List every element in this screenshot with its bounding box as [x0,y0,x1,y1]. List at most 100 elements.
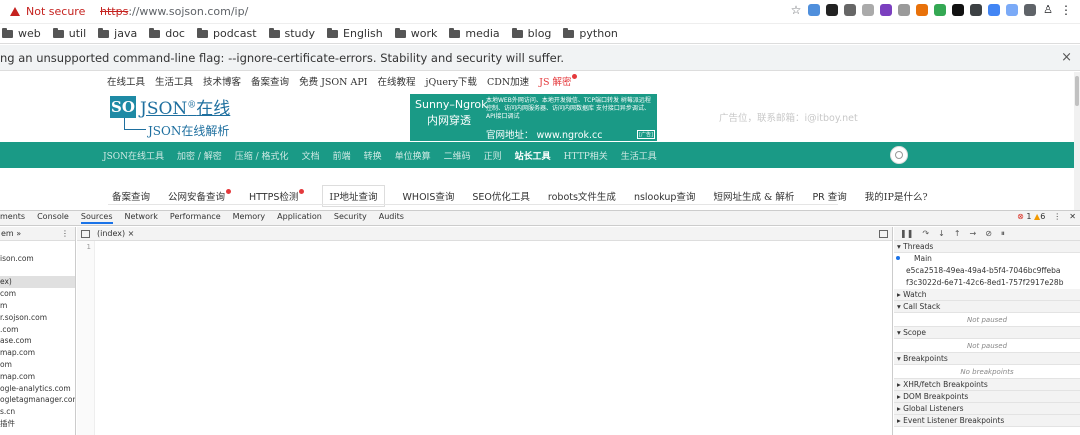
navigator-item[interactable]: s.cn [0,406,75,418]
navigator-item[interactable]: map.com [0,347,75,359]
devtools-tab[interactable]: Memory [233,212,266,224]
subnav-tab[interactable]: robots文件生成 [548,189,616,203]
ext-icon-8[interactable] [934,4,946,16]
devtools-tab[interactable]: ments [0,212,25,224]
ext-icon-9[interactable] [952,4,964,16]
subnav-tab[interactable]: WHOIS查询 [403,189,455,203]
navigator-item[interactable]: ison.com [0,253,75,265]
subnav-tab[interactable]: nslookup查询 [634,189,696,203]
thread-worker[interactable]: f3c3022d-6e71-42c6-8ed1-757f2917e28b [894,277,1080,289]
topnav-link[interactable]: 生活工具 [155,74,193,88]
event-listener-breakpoints-section[interactable]: ▸ Event Listener Breakpoints [894,415,1080,427]
close-icon[interactable]: × [1061,45,1072,71]
scope-section[interactable]: ▾ Scope [894,327,1080,339]
mainnav-link[interactable]: 单位换算 [395,149,431,162]
step-icon[interactable]: → [970,229,977,238]
ext-icon-10[interactable] [970,4,982,16]
devtools-tab[interactable]: Network [125,212,158,224]
deactivate-breakpoints-icon[interactable]: ⊘ [985,229,992,238]
ngrok-banner[interactable]: Sunny–Ngrok 内网穿透 本地WEB外网访问、本地开发微信、TCP端口转… [410,94,657,141]
subnav-tab[interactable]: HTTPS检测 [249,189,305,203]
navigator-item[interactable]: ase.com [0,335,75,347]
bookmark-folder[interactable]: study [268,27,315,40]
star-icon[interactable]: ☆ [790,4,802,16]
navigator-item[interactable]: r.sojson.com [0,312,75,324]
mainnav-link[interactable]: HTTP相关 [564,149,608,162]
ext-icon-11[interactable] [988,4,1000,16]
navigator-item[interactable]: 插件 [0,418,75,430]
mainnav-link[interactable]: 正则 [484,149,502,162]
thread-main[interactable]: Main [894,253,1080,265]
navigator-item[interactable]: ogletagmanager.com [0,394,75,406]
close-devtools-icon[interactable]: ✕ [1069,212,1076,221]
subnav-tab[interactable]: 备案查询 [112,189,150,203]
mainnav-link[interactable]: 生活工具 [621,149,657,162]
kebab-icon[interactable]: ⋮ [61,227,69,241]
ext-icon-2[interactable] [826,4,838,16]
subnav-tab[interactable]: PR 查询 [812,189,846,203]
security-indicator[interactable]: Not secure [10,5,85,18]
topnav-link[interactable]: 技术博客 [203,74,241,88]
global-listeners-section[interactable]: ▸ Global Listeners [894,403,1080,415]
error-count[interactable]: ⊗ 1 ▲6 [1017,212,1045,221]
topnav-link[interactable]: 备案查询 [251,74,289,88]
step-out-icon[interactable]: ↑ [954,229,961,238]
devtools-tab[interactable]: Sources [80,212,113,224]
url-field[interactable]: https://www.sojson.com/ip/ [100,5,248,18]
navigator-item[interactable]: .com [0,324,75,336]
thread-worker[interactable]: e5ca2518-49ea-49a4-b5f4-7046bc9ffeba [894,265,1080,277]
devtools-tab[interactable]: Application [277,212,322,224]
navigator-item[interactable]: com [0,288,75,300]
topnav-link[interactable]: 免费 JSON API [299,74,367,88]
ext-icon-13[interactable] [1024,4,1036,16]
navigator-item[interactable]: ogle-analytics.com [0,383,75,395]
bookmark-folder[interactable]: python [563,27,618,40]
navigator-item[interactable]: m [0,300,75,312]
navigator-item[interactable] [0,241,75,253]
subnav-tab[interactable]: 我的IP是什么? [865,189,928,203]
bookmark-folder[interactable]: podcast [196,27,257,40]
devtools-tab[interactable]: Console [37,212,69,224]
site-logo[interactable]: SO JSON®在线 JSON在线解析 [110,96,250,140]
step-into-icon[interactable]: ↓ [938,229,945,238]
subnav-tab[interactable]: 短网址生成 & 解析 [713,189,794,203]
scrollbar-thumb[interactable] [1075,76,1079,106]
bookmark-folder[interactable]: util [52,27,86,40]
toggle-navigator-icon[interactable] [81,230,90,238]
mainnav-link[interactable]: 前端 [333,149,351,162]
watch-section[interactable]: ▸ Watch [894,289,1080,301]
mainnav-link[interactable]: 压缩 / 格式化 [235,149,289,162]
menu-icon[interactable]: ⋮ [1060,4,1072,16]
pause-on-exceptions-icon[interactable]: ⏸ [1001,229,1005,239]
navigator-item[interactable]: om [0,359,75,371]
search-icon[interactable] [890,146,908,164]
bookmark-folder[interactable]: work [394,27,437,40]
editor-tab-index[interactable]: (index) × [97,229,134,238]
subnav-tab[interactable]: SEO优化工具 [472,189,530,203]
dom-breakpoints-section[interactable]: ▸ DOM Breakpoints [894,391,1080,403]
ext-icon-12[interactable] [1006,4,1018,16]
mainnav-link[interactable]: 加密 / 解密 [177,149,222,162]
mainnav-link[interactable]: 文档 [302,149,320,162]
mainnav-link[interactable]: 二维码 [444,149,471,162]
topnav-link[interactable]: 在线教程 [378,74,416,88]
bookmark-folder[interactable]: English [327,27,383,40]
bookmark-folder[interactable]: java [98,27,137,40]
mainnav-link-active[interactable]: 站长工具 [515,149,551,162]
ext-icon-1[interactable] [808,4,820,16]
ext-icon-7[interactable] [916,4,928,16]
topnav-link[interactable]: CDN加速 [487,74,529,88]
breakpoints-section[interactable]: ▾ Breakpoints [894,353,1080,365]
person-icon[interactable]: ♙ [1042,4,1054,16]
mainnav-link[interactable]: JSON在线工具 [103,149,164,162]
bookmark-folder[interactable]: doc [149,27,185,40]
toggle-debugger-icon[interactable] [879,230,888,238]
navigator-item[interactable]: ex) [0,276,75,289]
step-over-icon[interactable]: ↷ [922,229,929,238]
devtools-tab[interactable]: Performance [170,212,221,224]
topnav-link-js-decrypt[interactable]: JS 解密 [539,74,578,88]
topnav-link[interactable]: 在线工具 [107,74,145,88]
navigator-item[interactable] [0,265,75,277]
page-scrollbar[interactable] [1074,72,1080,210]
bookmark-folder[interactable]: media [449,27,500,40]
